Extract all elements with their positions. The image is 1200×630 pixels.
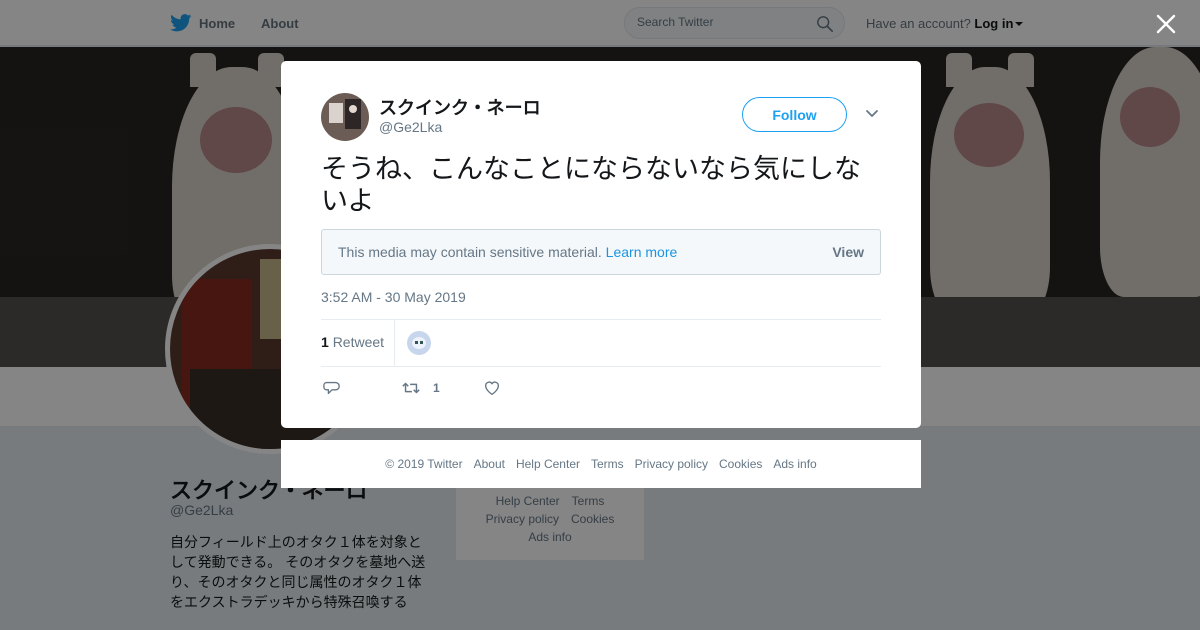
view-media-button[interactable]: View <box>832 244 864 260</box>
reply-button[interactable] <box>323 377 341 399</box>
sensitive-media-text: This media may contain sensitive materia… <box>338 244 602 260</box>
footer-link-about[interactable]: About <box>474 457 505 471</box>
chevron-down-icon[interactable] <box>865 109 879 119</box>
close-icon[interactable] <box>1155 13 1177 35</box>
footer-link-terms[interactable]: Terms <box>591 457 624 471</box>
retweet-button[interactable]: 1 <box>401 377 440 399</box>
tweet-timestamp[interactable]: 3:52 AM - 30 May 2019 <box>321 289 466 305</box>
tweet-actions: 1 <box>321 377 581 401</box>
footer-link-privacy-policy[interactable]: Privacy policy <box>635 457 708 471</box>
retweet-stat[interactable]: 1 Retweet <box>321 334 384 350</box>
tweet-text: そうね、こんなことにならないなら気にしないよ <box>321 154 861 216</box>
avatar-shape <box>415 341 418 344</box>
tweet-stats: 1 Retweet <box>321 319 881 367</box>
learn-more-link[interactable]: Learn more <box>606 244 678 260</box>
avatar-shape <box>420 341 423 344</box>
retweet-action-count: 1 <box>433 381 440 395</box>
avatar-shape <box>329 103 343 123</box>
avatar-shape <box>349 105 357 113</box>
sensitive-media-message: This media may contain sensitive materia… <box>338 244 677 260</box>
retweet-stat-label: Retweet <box>332 334 385 350</box>
follow-button[interactable]: Follow <box>742 97 847 132</box>
footer-link-help-center[interactable]: Help Center <box>516 457 580 471</box>
modal-footer: © 2019 Twitter About Help Center Terms P… <box>281 440 921 488</box>
tweet-author-name[interactable]: スクインク・ネーロ <box>379 94 541 120</box>
footer-copyright: © 2019 Twitter <box>385 457 463 471</box>
reply-icon <box>323 381 340 395</box>
tweet-author-avatar[interactable] <box>321 93 369 141</box>
like-button[interactable] <box>483 377 501 399</box>
tweet-author-handle[interactable]: @Ge2Lka <box>379 119 442 135</box>
stats-divider <box>394 320 395 367</box>
retweeter-avatar[interactable] <box>407 331 431 355</box>
retweet-icon <box>402 382 420 394</box>
tweet-modal: スクインク・ネーロ @Ge2Lka Follow そうね、こんなことにならないな… <box>281 61 921 428</box>
heart-icon <box>485 381 499 395</box>
footer-link-cookies[interactable]: Cookies <box>719 457 762 471</box>
footer-link-ads-info[interactable]: Ads info <box>773 457 816 471</box>
retweet-count: 1 <box>321 334 329 350</box>
sensitive-media-notice: This media may contain sensitive materia… <box>321 229 881 275</box>
avatar-shape <box>345 99 361 129</box>
